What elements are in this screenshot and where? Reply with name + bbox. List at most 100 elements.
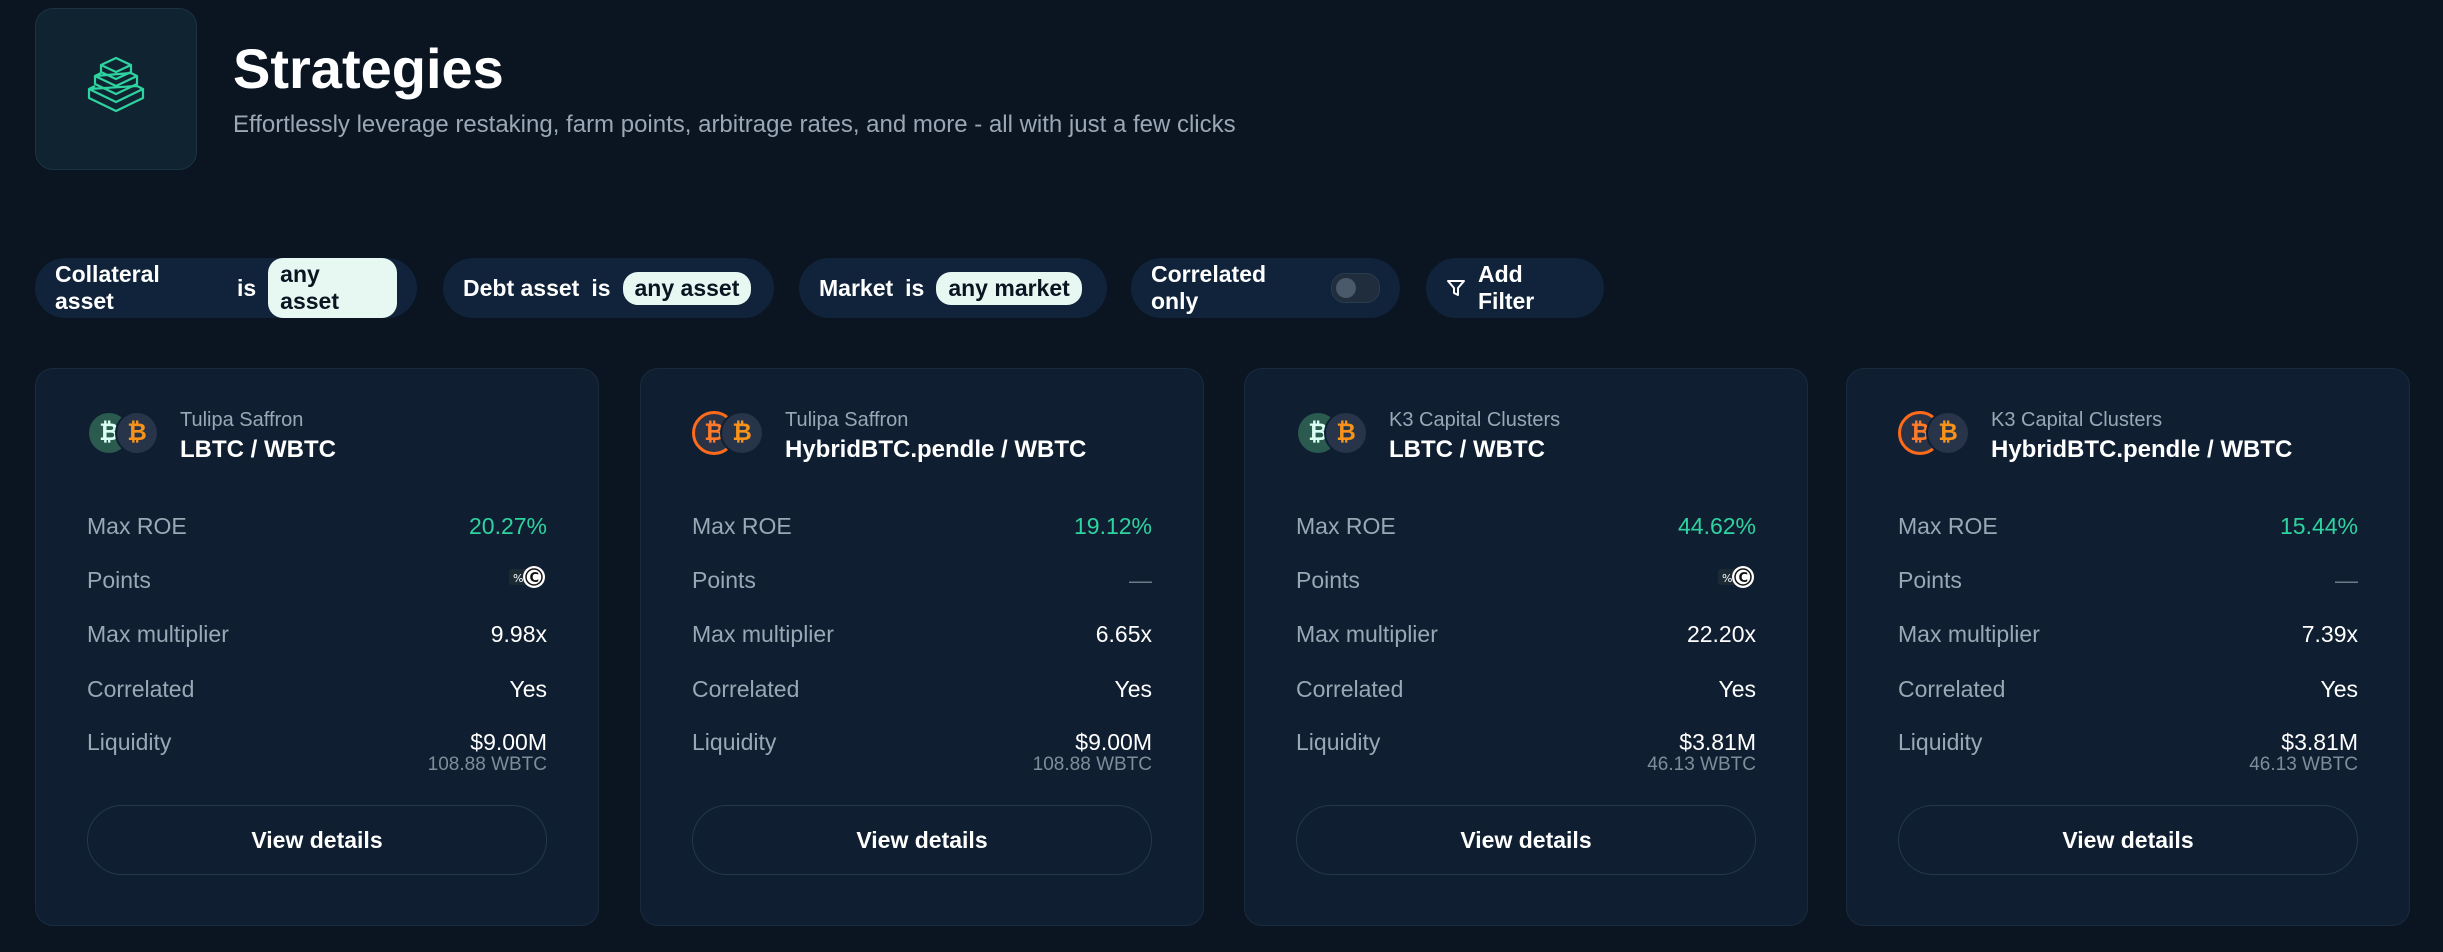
liquidity-sub-value: 108.88 WBTC [1032,754,1152,775]
correlated-row: Correlated Yes [1296,674,1756,704]
max-roe-value: 15.44% [2279,512,2358,539]
correlated-value: Yes [1114,675,1152,702]
liquidity-row: Liquidity $9.00M [87,727,547,757]
stacked-layers-icon [87,56,145,113]
max-roe-label: Max ROE [87,512,187,539]
liquidity-value: $9.00M [470,728,547,755]
correlated-value: Yes [2320,675,2358,702]
filter-label: Correlated only [1151,261,1267,314]
asset-icon-pair: ₿ ₿ [1898,411,1978,461]
max-roe-label: Max ROE [692,512,792,539]
max-multiplier-row: Max multiplier 9.98x [87,619,547,649]
liquidity-row: Liquidity $9.00M [692,727,1152,757]
liquidity-value: $9.00M [1075,728,1152,755]
wbtc-icon: ₿ [1324,411,1368,455]
strategy-card[interactable]: ₿ ₿ Tulipa Saffron LBTC / WBTC Max ROE 2… [35,368,599,926]
correlated-row: Correlated Yes [87,674,547,704]
curator-name: K3 Capital Clusters [1991,409,2163,431]
funnel-icon [1446,278,1466,298]
view-details-button[interactable]: View details [1296,805,1756,875]
correlated-label: Correlated [692,675,800,702]
filter-operator: is [236,274,257,301]
max-roe-value: 44.62% [1677,512,1756,539]
points-label: Points [1296,566,1360,593]
liquidity-label: Liquidity [87,728,172,755]
correlated-only-filter[interactable]: Correlated only [1131,258,1400,318]
max-roe-value: 19.12% [1073,512,1152,539]
toggle-knob [1335,278,1356,298]
points-row: Points % C [87,565,547,595]
max-multiplier-value: 22.20x [1686,620,1756,647]
max-roe-row: Max ROE 15.44% [1898,511,2358,541]
max-roe-value: 20.27% [468,512,547,539]
strategy-card[interactable]: ₿ ₿ K3 Capital Clusters HybridBTC.pendle… [1846,368,2410,926]
wbtc-icon: ₿ [720,411,764,455]
market-filter[interactable]: Market is any market [799,258,1107,318]
points-value: — [1129,566,1152,593]
liquidity-row: Liquidity $3.81M [1898,727,2358,757]
max-multiplier-value: 6.65x [1095,620,1152,647]
max-multiplier-value: 9.98x [490,620,547,647]
wbtc-icon: ₿ [1926,411,1970,455]
points-badge-icon: % C [1716,563,1756,597]
svg-text:C: C [530,571,540,586]
market-pair: LBTC / WBTC [180,436,336,463]
curator-name: K3 Capital Clusters [1389,409,1561,431]
page-subtitle: Effortlessly leverage restaking, farm po… [233,111,1236,138]
max-roe-row: Max ROE 20.27% [87,511,547,541]
page-title: Strategies [233,37,504,100]
max-roe-label: Max ROE [1898,512,1998,539]
liquidity-value: $3.81M [1679,728,1756,755]
liquidity-label: Liquidity [1296,728,1381,755]
points-row: Points — [692,565,1152,595]
points-row: Points % C [1296,565,1756,595]
view-details-button[interactable]: View details [87,805,547,875]
strategy-card[interactable]: ₿ ₿ K3 Capital Clusters LBTC / WBTC Max … [1244,368,1808,926]
max-multiplier-row: Max multiplier 22.20x [1296,619,1756,649]
points-value: — [2335,566,2358,593]
points-label: Points [692,566,756,593]
svg-text:%: % [513,572,523,585]
points-row: Points — [1898,565,2358,595]
points-badge-icon: % C [507,563,547,597]
asset-icon-pair: ₿ ₿ [87,411,167,461]
liquidity-sub-value: 46.13 WBTC [1647,754,1756,775]
points-label: Points [87,566,151,593]
filter-label: Collateral asset [55,261,160,314]
filter-label: Debt asset [463,274,580,301]
correlated-value: Yes [509,675,547,702]
view-details-button[interactable]: View details [1898,805,2358,875]
filter-value-pill[interactable]: any asset [268,258,397,318]
correlated-row: Correlated Yes [1898,674,2358,704]
filter-label: Market [819,274,894,301]
max-roe-row: Max ROE 44.62% [1296,511,1756,541]
max-roe-label: Max ROE [1296,512,1396,539]
correlated-label: Correlated [1898,675,2006,702]
correlated-only-toggle[interactable] [1330,273,1380,303]
market-pair: HybridBTC.pendle / WBTC [785,436,1087,463]
add-filter-button[interactable]: Add Filter [1426,258,1604,318]
max-roe-row: Max ROE 19.12% [692,511,1152,541]
max-multiplier-row: Max multiplier 6.65x [692,619,1152,649]
filter-value-pill[interactable]: any asset [622,271,752,305]
svg-text:C: C [1739,571,1749,586]
liquidity-sub-value: 108.88 WBTC [427,754,547,775]
strategies-logo-tile [35,8,197,170]
add-filter-label: Add Filter [1478,261,1535,314]
correlated-row: Correlated Yes [692,674,1152,704]
max-multiplier-value: 7.39x [2301,620,2358,647]
asset-icon-pair: ₿ ₿ [692,411,772,461]
filter-operator: is [591,274,611,301]
wbtc-icon: ₿ [115,411,159,455]
collateral-asset-filter[interactable]: Collateral asset is any asset [35,258,417,318]
view-details-button[interactable]: View details [692,805,1152,875]
liquidity-value: $3.81M [2281,728,2358,755]
points-label: Points [1898,566,1962,593]
liquidity-label: Liquidity [692,728,777,755]
filter-value-pill[interactable]: any market [936,271,1082,305]
correlated-label: Correlated [1296,675,1404,702]
asset-icon-pair: ₿ ₿ [1296,411,1376,461]
correlated-value: Yes [1718,675,1756,702]
debt-asset-filter[interactable]: Debt asset is any asset [443,258,774,318]
strategy-card[interactable]: ₿ ₿ Tulipa Saffron HybridBTC.pendle / WB… [640,368,1204,926]
